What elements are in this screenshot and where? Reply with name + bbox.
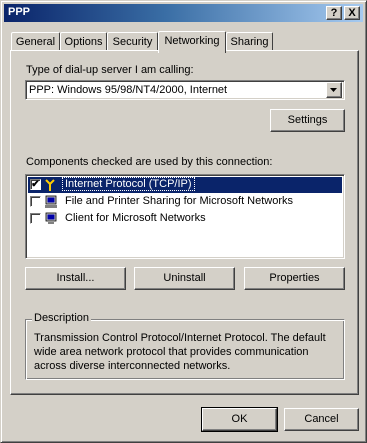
help-button[interactable]: ? xyxy=(326,6,342,20)
tab-security[interactable]: Security xyxy=(107,32,158,51)
tab-general-label: General xyxy=(15,36,56,48)
client-icon xyxy=(45,212,57,224)
components-label: Components checked are used by this conn… xyxy=(26,156,273,168)
description-groupbox: Description Transmission Control Protoco… xyxy=(25,312,345,380)
checkbox-file-printer-sharing[interactable] xyxy=(30,196,41,207)
dropdown-arrow-button[interactable] xyxy=(326,82,342,98)
cancel-button-label: Cancel xyxy=(304,413,339,425)
dialog-window: PPP ? X General Options Security Network… xyxy=(0,0,367,443)
cancel-button[interactable]: Cancel xyxy=(284,408,359,431)
networking-panel: Type of dial-up server I am calling: PPP… xyxy=(10,50,359,395)
tab-sharing-label: Sharing xyxy=(230,36,269,48)
list-item-file-printer-sharing[interactable]: File and Printer Sharing for Microsoft N… xyxy=(28,194,342,210)
components-list[interactable]: ✔ Internet Protocol (TCP/IP) File and Pr… xyxy=(25,174,345,259)
install-button[interactable]: Install... xyxy=(25,267,126,290)
close-button[interactable]: X xyxy=(344,6,360,20)
uninstall-button[interactable]: Uninstall xyxy=(134,267,235,290)
tab-options[interactable]: Options xyxy=(60,32,107,51)
settings-button-label: Settings xyxy=(287,114,328,126)
server-type-select[interactable]: PPP: Windows 95/98/NT4/2000, Internet xyxy=(25,80,345,100)
description-line-3: across diverse interconnected networks. xyxy=(34,360,231,372)
checkbox-client-ms-networks[interactable] xyxy=(30,213,41,224)
tab-general[interactable]: General xyxy=(11,32,60,51)
list-item-label: File and Printer Sharing for Microsoft N… xyxy=(65,195,294,207)
tab-networking-label: Networking xyxy=(164,35,220,47)
install-button-label: Install... xyxy=(56,272,95,284)
ok-button[interactable]: OK xyxy=(201,407,278,432)
tab-options-label: Options xyxy=(64,36,103,48)
list-item-tcpip[interactable]: ✔ Internet Protocol (TCP/IP) xyxy=(28,177,342,193)
server-type-value: PPP: Windows 95/98/NT4/2000, Internet xyxy=(29,84,228,96)
tab-sharing[interactable]: Sharing xyxy=(226,32,273,51)
list-item-label: Internet Protocol (TCP/IP) xyxy=(62,177,195,191)
description-title: Description xyxy=(32,312,92,324)
server-type-label: Type of dial-up server I am calling: xyxy=(26,64,194,76)
list-item-client-ms-networks[interactable]: Client for Microsoft Networks xyxy=(28,211,342,227)
list-item-label: Client for Microsoft Networks xyxy=(65,212,206,224)
description-line-2: wide area network protocol that provides… xyxy=(34,346,309,358)
chevron-down-icon xyxy=(330,88,337,92)
uninstall-button-label: Uninstall xyxy=(163,272,206,284)
description-line-1: Transmission Control Protocol/Internet P… xyxy=(34,332,326,344)
tab-security-label: Security xyxy=(112,36,153,48)
tab-networking[interactable]: Networking xyxy=(158,31,226,53)
settings-button[interactable]: Settings xyxy=(270,109,345,132)
checkbox-tcpip[interactable]: ✔ xyxy=(30,179,41,190)
title-bar[interactable]: PPP ? X xyxy=(4,4,363,22)
window-title: PPP xyxy=(8,6,31,18)
protocol-icon xyxy=(45,179,55,191)
properties-button-label: Properties xyxy=(269,272,320,284)
service-icon xyxy=(45,195,57,208)
properties-button[interactable]: Properties xyxy=(244,267,345,290)
ok-button-label: OK xyxy=(231,413,248,425)
